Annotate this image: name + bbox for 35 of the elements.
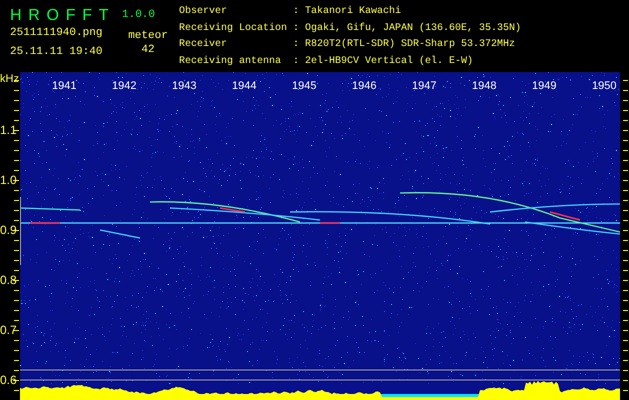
info-value: Ogaki, Gifu, JAPAN (136.60E, 35.35N) [305,22,522,36]
info-label: Receiver [179,39,228,52]
time-tick-label: 1944 [232,80,256,92]
info-value: 2el-HB9CV Vertical (el. E-W) [305,56,474,68]
info-label: Receiving Location [179,22,288,36]
app-version: 1.0.0 [122,9,156,21]
info-value: Takanori Kawachi [305,6,402,19]
info-separator: : [293,56,300,68]
app-title: HROFFT [10,6,116,26]
axis-tick-label: 0.9 [0,223,17,237]
axis-tick-label: 0.6 [0,373,17,387]
axis-tick-label: 0.8 [0,273,17,287]
axis-unit-label: kHz [0,74,19,85]
axis-tick-label: 1.1 [0,123,17,137]
time-tick-label: 1947 [412,80,436,92]
info-separator: : [293,39,300,52]
time-tick-label: 1946 [352,80,376,92]
recording-datetime: 25.11.11 19:40 [10,46,104,58]
info-value: R820T2(RTL-SDR) SDR-Sharp 53.372MHz [305,39,516,52]
time-tick-label: 1945 [292,80,316,92]
time-tick-label: 1941 [52,80,76,92]
time-tick-label: 1950 [592,80,616,92]
info-separator: : [293,22,300,36]
file-name: 2511111940.png [10,27,104,39]
meteor-label: meteor [128,30,168,42]
axis-tick-label: 1.0 [0,173,17,187]
info-separator: : [293,6,300,19]
time-tick-label: 1949 [532,80,556,92]
axis-tick-label: 0.7 [0,323,17,337]
time-tick-label: 1942 [112,80,136,92]
time-tick-label: 1943 [172,80,196,92]
time-tick-label: 1948 [472,80,496,92]
meteor-count: 42 [141,44,155,56]
info-label: Receiving antenna [179,56,282,68]
info-label: Observer [179,6,228,19]
